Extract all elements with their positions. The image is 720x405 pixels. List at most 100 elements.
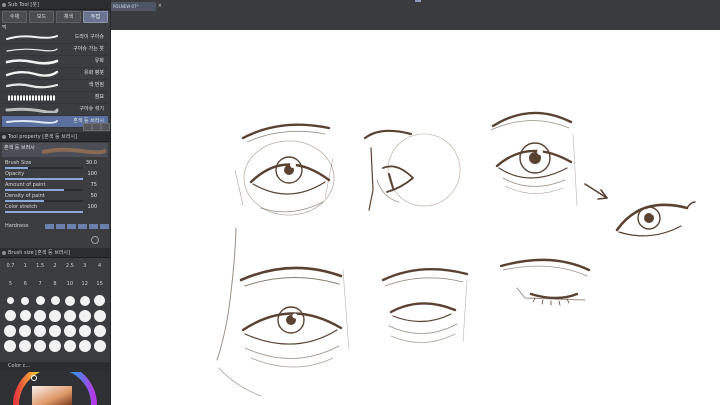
brush-item[interactable]: 유화 평붓 (2, 68, 108, 80)
opacity-slider[interactable]: Opacity 100 (3, 171, 107, 182)
size-dot[interactable] (3, 324, 18, 337)
property-value[interactable]: 50 (91, 193, 97, 199)
size-dot[interactable] (3, 339, 18, 352)
add-brush-icon[interactable] (83, 123, 92, 131)
color-stretch-slider[interactable]: Color stretch 100 (3, 204, 107, 215)
size-label[interactable]: 3 (77, 262, 92, 270)
brush-item[interactable]: 점묘 (2, 92, 108, 104)
size-dot[interactable] (62, 339, 77, 352)
brush-size-slider[interactable]: Brush Size 30.0 (3, 160, 107, 171)
sketch-aged-eye (216, 227, 350, 397)
tab-watercolor[interactable]: 수채 (2, 11, 27, 23)
hardness-step[interactable] (45, 224, 54, 229)
property-label: Color stretch (5, 204, 38, 210)
hardness-step[interactable] (100, 224, 109, 229)
size-label[interactable]: 2 (48, 262, 63, 270)
size-dot[interactable] (18, 324, 33, 337)
sub-tool-header[interactable]: Sub Tool [붓] (0, 0, 110, 10)
brush-item[interactable]: 구아슈 섞기 (2, 104, 108, 116)
sub-group-label[interactable]: 먹 (2, 24, 7, 31)
property-value[interactable]: 100 (87, 204, 97, 210)
document-tab[interactable]: PDLNEW-07* × (111, 2, 162, 11)
hardness-step[interactable] (78, 224, 87, 229)
panel-menu-icon[interactable] (2, 251, 6, 255)
size-label[interactable]: 1.5 (33, 262, 48, 270)
brush-size-header[interactable]: Brush size [혼색 둥 브러시] (0, 248, 110, 258)
size-label[interactable]: 15 (92, 280, 107, 288)
size-dot[interactable] (48, 296, 63, 305)
document-tab-bar: PDLNEW-07* × (111, 0, 720, 30)
size-label[interactable]: 8 (48, 280, 63, 288)
color-wheel-icon[interactable] (12, 372, 98, 405)
size-dot[interactable] (33, 309, 48, 322)
size-dot[interactable] (62, 309, 77, 322)
brush-stroke-preview-icon (5, 59, 59, 65)
slider-track[interactable] (5, 167, 83, 169)
size-dot[interactable] (77, 339, 92, 352)
brush-item[interactable]: 색 번짐 (2, 80, 108, 92)
size-label[interactable]: 7 (33, 280, 48, 288)
color-panel-title: Color c... (8, 363, 31, 369)
delete-brush-icon[interactable] (101, 123, 110, 131)
slider-track[interactable] (5, 178, 83, 180)
size-dot[interactable] (77, 295, 92, 306)
tool-property-header[interactable]: Tool property [혼색 둥 브러시] (0, 132, 110, 142)
property-value[interactable]: 75 (91, 182, 97, 188)
size-dot[interactable] (3, 297, 18, 304)
slider-track[interactable] (5, 189, 83, 191)
size-dot[interactable] (92, 295, 107, 306)
tab-board[interactable]: 보드 (29, 11, 54, 23)
size-label[interactable]: 10 (62, 280, 77, 288)
brush-size-dots (3, 293, 107, 353)
color-panel-header[interactable]: Color c... (0, 362, 110, 371)
wrench-icon[interactable] (91, 236, 99, 244)
size-dot[interactable] (77, 309, 92, 322)
panel-menu-icon[interactable] (2, 135, 6, 139)
size-label[interactable]: 12 (77, 280, 92, 288)
size-dot[interactable] (77, 324, 92, 337)
hardness-step[interactable] (67, 224, 76, 229)
size-label[interactable]: 1 (18, 262, 33, 270)
size-dot[interactable] (33, 324, 48, 337)
size-dot[interactable] (18, 310, 33, 321)
size-dot[interactable] (48, 324, 63, 337)
size-dot[interactable] (48, 339, 63, 352)
size-dot[interactable] (33, 296, 48, 305)
size-dot[interactable] (92, 324, 107, 337)
slider-track[interactable] (5, 211, 83, 213)
size-label[interactable]: 2.5 (62, 262, 77, 270)
size-dot[interactable] (62, 295, 77, 306)
brush-name: 점묘 (94, 94, 104, 100)
size-label[interactable]: 4 (92, 262, 107, 270)
density-of-paint-slider[interactable]: Density of paint 50 (3, 193, 107, 204)
slider-track[interactable] (5, 200, 83, 202)
brush-item[interactable]: 드라이 구아슈 (2, 32, 108, 44)
size-dot[interactable] (62, 324, 77, 337)
amount-of-paint-slider[interactable]: Amount of paint 75 (3, 182, 107, 193)
size-dot[interactable] (18, 296, 33, 305)
close-tab-icon[interactable]: × (158, 2, 162, 11)
property-value[interactable]: 100 (87, 171, 97, 177)
tab-paint[interactable]: 채색 (56, 11, 81, 23)
size-dot[interactable] (92, 309, 107, 322)
hardness-step[interactable] (89, 224, 98, 229)
copy-brush-icon[interactable] (92, 123, 101, 131)
brush-item[interactable]: 구아슈 가는 붓 (2, 44, 108, 56)
drawing-canvas[interactable] (111, 30, 720, 405)
size-dot[interactable] (92, 339, 107, 352)
panel-menu-icon[interactable] (2, 3, 6, 7)
brush-item[interactable]: 유화 (2, 56, 108, 68)
size-label-row: 0.7 1 1.5 2 2.5 3 4 (3, 262, 107, 270)
size-dot[interactable] (33, 339, 48, 352)
hardness-step[interactable] (56, 224, 65, 229)
size-dot[interactable] (3, 310, 18, 321)
size-label[interactable]: 6 (18, 280, 33, 288)
size-dot[interactable] (48, 309, 63, 322)
tab-thick[interactable]: 두껍 (83, 11, 108, 23)
size-dot[interactable] (18, 339, 33, 352)
property-value[interactable]: 30.0 (86, 160, 97, 166)
size-label[interactable]: 5 (3, 280, 18, 288)
size-label[interactable]: 0.7 (3, 262, 18, 270)
slider-fill (5, 200, 44, 202)
hardness-selector[interactable] (45, 224, 109, 229)
